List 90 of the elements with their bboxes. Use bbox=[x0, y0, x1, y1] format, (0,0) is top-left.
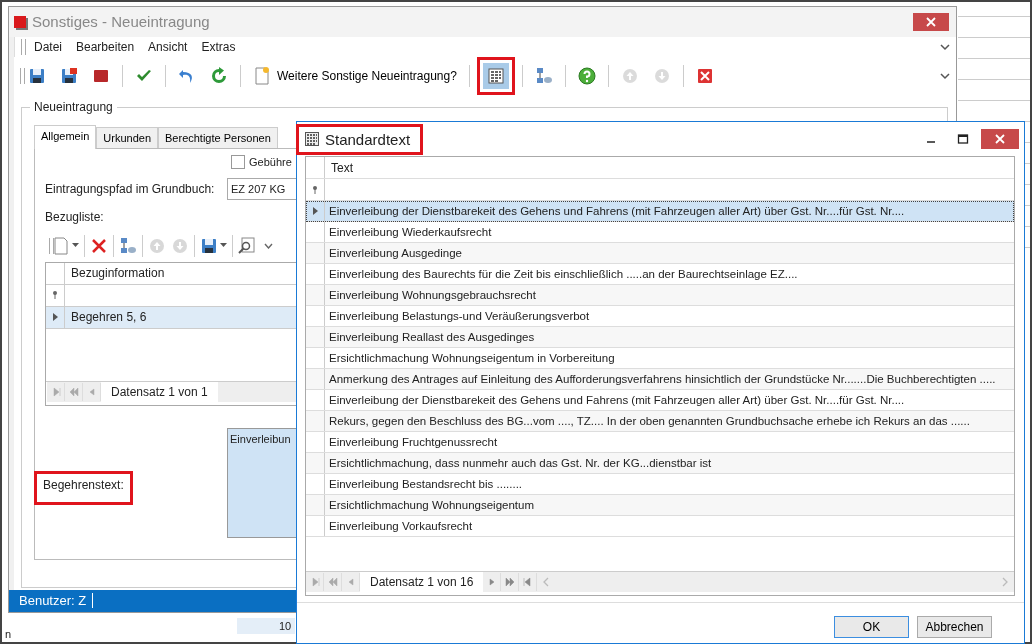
field-label: Begehrenstext: bbox=[35, 471, 132, 504]
grid-row[interactable]: Ersichtlichmachung, dass nunmehr auch das Gst. Nr. der KG...dienstbar ist bbox=[306, 453, 1014, 474]
dropdown-arrow-icon bbox=[220, 243, 227, 249]
table-cell-text: Einverleibung Ausgedinge bbox=[328, 246, 463, 261]
tab[interactable]: Allgemein bbox=[34, 124, 97, 149]
close-icon bbox=[90, 236, 108, 255]
group-title: Neueintragung bbox=[30, 99, 117, 114]
tab[interactable]: Urkunden bbox=[96, 126, 158, 148]
navigation-arrow-icon bbox=[522, 577, 533, 587]
record-counter: Datensatz 1 von 16 bbox=[360, 572, 484, 592]
grid-row[interactable]: Begehren 5, 6 bbox=[46, 306, 298, 329]
navigation-arrow-icon bbox=[327, 577, 338, 587]
table-cell-text: Einverleibung Bestandsrecht bis ........ bbox=[328, 477, 524, 492]
network-icon bbox=[119, 236, 137, 255]
table-cell-text: Ersichtlichmachung, dass nunmehr auch das Gst. Nr. der KG...dienstbar ist bbox=[328, 456, 713, 471]
table-cell-text: Einverleibung der Dienstbarekeit des Gehens und Fahrens (mit Fahrzeugen aller Art) über Gst. Nr....für Gst. Nr.... bbox=[328, 393, 906, 408]
menu-item[interactable]: Extras bbox=[201, 39, 236, 54]
close-button[interactable] bbox=[913, 12, 949, 31]
filter-pin-icon bbox=[312, 185, 318, 194]
current-row-icon bbox=[312, 207, 318, 215]
grid-row[interactable]: Rekurs, gegen den Beschluss des BG...vom ...., TZ.... In der oben genannten Grundbuchsache erhebe ich Rekurs an das ...... bbox=[306, 411, 1014, 432]
dialog-title: Standardtext bbox=[325, 130, 411, 148]
list-label: Bezugliste: bbox=[45, 209, 104, 224]
dropdown-arrow-icon bbox=[72, 243, 79, 249]
grid-row[interactable]: Einverleibung der Dienstbarekeit des Gehens und Fahrens (mit Fahrzeugen aller Art) über Gst. Nr....für Gst. Nr.... bbox=[306, 201, 1014, 222]
user-label: Benutzer: Z bbox=[19, 593, 94, 609]
navigation-arrow-icon bbox=[309, 577, 320, 587]
chevron-down-icon bbox=[264, 242, 273, 249]
redo-icon bbox=[210, 66, 228, 85]
search-icon bbox=[238, 236, 256, 255]
text-lines-icon bbox=[486, 66, 505, 85]
navigation-arrow-icon bbox=[68, 386, 79, 397]
navigation-arrow-icon bbox=[50, 386, 61, 397]
table-cell: 10 bbox=[237, 618, 296, 634]
tab[interactable]: Berechtigte Personen bbox=[158, 126, 278, 148]
table-cell-text: Einverleibung des Baurechts für die Zeit bis einschließlich .....an der Baurechtseinlage EZ.... bbox=[328, 267, 799, 282]
chevron-down-icon[interactable] bbox=[940, 71, 950, 80]
network-icon bbox=[534, 66, 553, 85]
menu-item[interactable]: Datei bbox=[34, 39, 62, 54]
column-header[interactable]: Bezuginformation bbox=[65, 262, 298, 284]
column-header[interactable]: Text bbox=[325, 157, 1014, 178]
navigation-arrow-icon bbox=[504, 577, 515, 587]
new-button[interactable] bbox=[51, 235, 80, 256]
app-icon bbox=[14, 15, 26, 28]
menu-item[interactable]: Ansicht bbox=[148, 39, 188, 54]
grid-row[interactable]: Ersichtlichmachung Wohnungseigentum bbox=[306, 495, 1014, 516]
table-cell-text: Einverleibung Reallast des Ausgedinges bbox=[328, 330, 536, 345]
grid-row[interactable]: Einverleibung Ausgedinge bbox=[306, 243, 1014, 264]
table-cell-text: Einverleibung Wohnungsgebrauchsrecht bbox=[328, 288, 537, 303]
table-cell-text: Einverleibung Belastungs-und Veräußerungsverbot bbox=[328, 309, 591, 324]
close-icon bbox=[926, 16, 936, 27]
navigation-arrow-icon bbox=[486, 577, 497, 587]
document-icon bbox=[253, 66, 271, 85]
grid-row[interactable]: Einverleibung Reallast des Ausgedinges bbox=[306, 327, 1014, 348]
table-cell-text: Einverleibung Vorkaufsrecht bbox=[328, 519, 474, 534]
chevron-down-icon[interactable] bbox=[940, 42, 950, 51]
table-cell-text: Anmerkung des Antrages auf Einleitung des Aufforderungsverfahrens hinsichtlich der Grundstücke Nr.......Die Buchberechtigten ..... bbox=[328, 372, 997, 387]
search-button[interactable] bbox=[237, 235, 274, 256]
grid-row[interactable]: Einverleibung Vorkaufsrecht bbox=[306, 516, 1014, 537]
close-icon bbox=[695, 66, 714, 85]
table-cell-text: Einverleibung Wiederkaufsrecht bbox=[328, 225, 493, 240]
table-cell-text: Ersichtlichmachung Wohnungseigentum in Vorbereitung bbox=[328, 351, 616, 366]
grid-row[interactable]: Einverleibung Wohnungsgebrauchsrecht bbox=[306, 285, 1014, 306]
grid-row[interactable]: Anmerkung des Antrages auf Einleitung des Aufforderungsverfahrens hinsichtlich der Grundstücke Nr.......Die Buchberechtigten ..... bbox=[306, 369, 1014, 390]
maximize-icon[interactable] bbox=[957, 133, 969, 145]
close-button[interactable] bbox=[981, 129, 1019, 149]
help-icon bbox=[577, 66, 596, 85]
standard-text-button[interactable] bbox=[476, 56, 515, 95]
record-counter: Datensatz 1 von 1 bbox=[101, 381, 218, 402]
dialog-button[interactable]: OK bbox=[834, 616, 909, 638]
dialog-button[interactable]: Abbrechen bbox=[917, 616, 992, 638]
filter-pin-icon bbox=[52, 291, 58, 300]
text-lines-icon bbox=[305, 132, 319, 146]
table-cell-text: Rekurs, gegen den Beschluss des BG...vom ...., TZ.... In der oben genannten Grundbuchsache erhebe ich Rekurs an das ...... bbox=[328, 414, 971, 429]
table-cell-text: Ersichtlichmachung Wohnungseigentum bbox=[328, 498, 535, 513]
current-row-icon bbox=[52, 313, 58, 322]
table-cell-text: Begehren 5, 6 bbox=[70, 309, 148, 327]
window-title: Sonstiges - Neueintragung bbox=[32, 13, 211, 31]
checkbox[interactable] bbox=[231, 154, 245, 169]
new-entry-button[interactable]: Weitere Sonstige Neueintragung? bbox=[248, 61, 462, 90]
menu-item[interactable]: Bearbeiten bbox=[76, 39, 135, 54]
background-text: n bbox=[4, 628, 12, 642]
close-icon bbox=[995, 134, 1005, 144]
field-label: Eintragungspfad im Grundbuch: bbox=[45, 181, 216, 196]
table-cell-text: Einverleibung der Dienstbarekeit des Gehens und Fahrens (mit Fahrzeugen aller Art) über Gst. Nr....für Gst. Nr.... bbox=[328, 204, 906, 219]
table-cell-text: Einverleibung Fruchtgenussrecht bbox=[328, 435, 499, 450]
network-button[interactable] bbox=[118, 235, 138, 256]
checkbox-label: Gebühre bbox=[249, 155, 292, 168]
document-icon bbox=[52, 236, 70, 255]
printer-icon bbox=[200, 236, 218, 255]
